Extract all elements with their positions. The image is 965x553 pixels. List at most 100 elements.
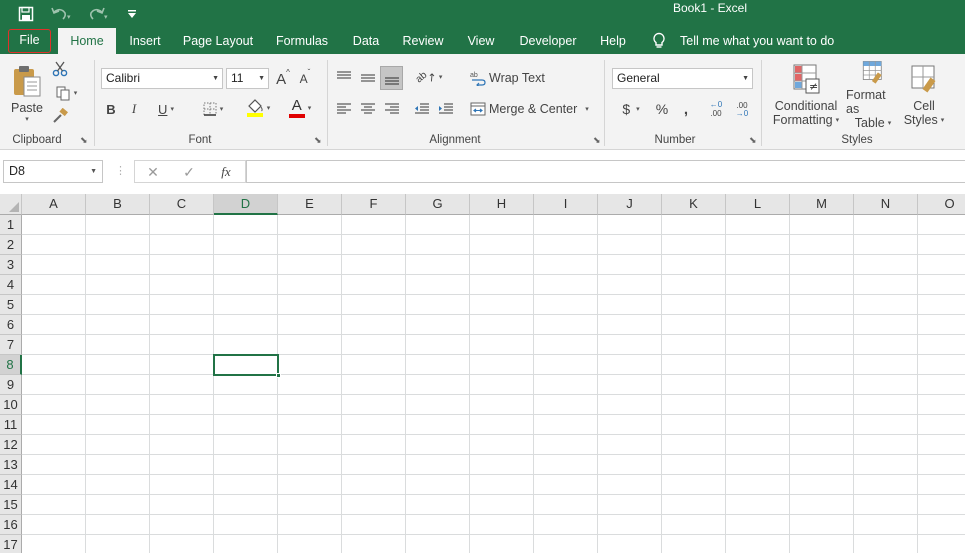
middle-align-button[interactable] <box>358 66 378 88</box>
column-header-d[interactable]: D <box>214 194 278 215</box>
conditional-formatting-button[interactable]: ≠ Conditional Formatting ▾ <box>768 60 844 130</box>
redo-icon[interactable]: ▾ <box>84 0 114 28</box>
active-cell[interactable] <box>213 354 279 376</box>
fill-color-button[interactable]: ▾ <box>240 96 276 120</box>
orientation-button[interactable]: ab ↗ ▾ <box>412 66 446 88</box>
font-size-select[interactable]: 11 ▼ <box>226 68 269 89</box>
comma-style-button[interactable]: , <box>678 98 694 120</box>
column-header-m[interactable]: M <box>790 194 854 215</box>
undo-icon[interactable]: ▾ <box>46 0 76 28</box>
alignment-launcher-icon[interactable]: ⬊ <box>593 136 602 145</box>
align-right-button[interactable] <box>382 98 402 120</box>
cut-button[interactable] <box>50 60 70 78</box>
row-header-1[interactable]: 1 <box>0 215 22 235</box>
increase-font-size-button[interactable]: A ^ <box>274 68 292 90</box>
row-header-9[interactable]: 9 <box>0 375 22 395</box>
percent-style-button[interactable]: % <box>652 98 672 120</box>
merge-center-button[interactable]: Merge & Center ▾ <box>470 98 596 120</box>
column-header-c[interactable]: C <box>150 194 214 215</box>
wrap-text-button[interactable]: ab Wrap Text <box>470 67 546 89</box>
row-header-7[interactable]: 7 <box>0 335 22 355</box>
row-header-4[interactable]: 4 <box>0 275 22 295</box>
borders-button[interactable]: ▾ <box>196 98 230 120</box>
tab-view[interactable]: View <box>462 28 500 54</box>
column-header-b[interactable]: B <box>86 194 150 215</box>
underline-button[interactable]: U ▾ <box>149 98 183 120</box>
column-header-g[interactable]: G <box>406 194 470 215</box>
decrease-decimal-button[interactable]: .00 →0 <box>730 98 754 120</box>
name-box[interactable]: D8 ▼ <box>3 160 103 183</box>
paste-button[interactable]: Paste ▾ <box>8 60 46 126</box>
row-header-8[interactable]: 8 <box>0 355 22 375</box>
merge-center-icon <box>470 102 486 116</box>
select-all-triangle-icon <box>9 202 19 212</box>
row-header-14[interactable]: 14 <box>0 475 22 495</box>
formula-bar-grip-icon[interactable]: ⋮ <box>115 164 126 177</box>
bold-button[interactable]: B <box>103 98 119 120</box>
select-all-button[interactable] <box>0 194 22 215</box>
font-color-icon: A <box>288 98 305 118</box>
row-header-11[interactable]: 11 <box>0 415 22 435</box>
tab-page-layout[interactable]: Page Layout <box>180 28 256 54</box>
enter-icon[interactable]: ✓ <box>177 162 201 182</box>
italic-button[interactable]: I <box>126 98 142 120</box>
fill-handle[interactable] <box>276 373 281 378</box>
column-header-h[interactable]: H <box>470 194 534 215</box>
format-painter-button[interactable] <box>50 107 70 125</box>
copy-button[interactable]: ▾ <box>50 84 82 102</box>
insert-function-button[interactable]: fx <box>213 162 239 182</box>
decrease-indent-button[interactable] <box>412 98 432 120</box>
font-color-button[interactable]: A ▾ <box>282 96 318 120</box>
column-header-e[interactable]: E <box>278 194 342 215</box>
column-header-o[interactable]: O <box>918 194 965 215</box>
font-launcher-icon[interactable]: ⬊ <box>314 136 323 145</box>
column-header-i[interactable]: I <box>534 194 598 215</box>
font-group-label: Font <box>188 134 212 146</box>
row-header-6[interactable]: 6 <box>0 315 22 335</box>
row-header-10[interactable]: 10 <box>0 395 22 415</box>
top-align-button[interactable] <box>334 66 354 88</box>
row-header-12[interactable]: 12 <box>0 435 22 455</box>
tab-home[interactable]: Home <box>58 28 116 56</box>
row-header-15[interactable]: 15 <box>0 495 22 515</box>
tab-review[interactable]: Review <box>400 28 446 54</box>
column-header-f[interactable]: F <box>342 194 406 215</box>
tell-me-search[interactable]: Tell me what you want to do <box>652 28 842 54</box>
column-header-k[interactable]: K <box>662 194 726 215</box>
align-left-button[interactable] <box>334 98 354 120</box>
row-header-2[interactable]: 2 <box>0 235 22 255</box>
align-center-button[interactable] <box>358 98 378 120</box>
number-format-select[interactable]: General ▼ <box>612 68 753 89</box>
save-icon[interactable] <box>14 0 38 28</box>
row-header-5[interactable]: 5 <box>0 295 22 315</box>
column-header-a[interactable]: A <box>22 194 86 215</box>
cancel-icon[interactable]: ✕ <box>141 162 165 182</box>
format-as-table-button[interactable]: Format as Table ▾ <box>846 60 900 130</box>
clipboard-launcher-icon[interactable]: ⬊ <box>80 136 89 145</box>
font-name-select[interactable]: Calibri ▼ <box>101 68 223 89</box>
customize-quick-access-icon[interactable] <box>124 0 140 28</box>
tab-developer[interactable]: Developer <box>516 28 580 54</box>
cell-area[interactable] <box>22 215 965 553</box>
decrease-font-size-button[interactable]: Aˇ <box>296 68 314 90</box>
increase-indent-button[interactable] <box>436 98 456 120</box>
column-header-l[interactable]: L <box>726 194 790 215</box>
top-align-icon <box>337 71 351 79</box>
tab-data[interactable]: Data <box>348 28 384 54</box>
tab-file[interactable]: File <box>8 29 51 53</box>
number-launcher-icon[interactable]: ⬊ <box>749 136 758 145</box>
tab-help[interactable]: Help <box>596 28 630 54</box>
tab-formulas[interactable]: Formulas <box>272 28 332 54</box>
bottom-align-button[interactable] <box>380 66 403 90</box>
row-header-16[interactable]: 16 <box>0 515 22 535</box>
tab-insert[interactable]: Insert <box>124 28 166 54</box>
currency-format-button[interactable]: $ ▾ <box>614 98 648 120</box>
formula-input[interactable] <box>246 160 965 183</box>
increase-decimal-button[interactable]: ←0 .00 <box>704 98 728 120</box>
cell-styles-button[interactable]: Cell Styles ▾ <box>902 60 946 130</box>
row-header-17[interactable]: 17 <box>0 535 22 553</box>
column-header-n[interactable]: N <box>854 194 918 215</box>
row-header-3[interactable]: 3 <box>0 255 22 275</box>
column-header-j[interactable]: J <box>598 194 662 215</box>
row-header-13[interactable]: 13 <box>0 455 22 475</box>
